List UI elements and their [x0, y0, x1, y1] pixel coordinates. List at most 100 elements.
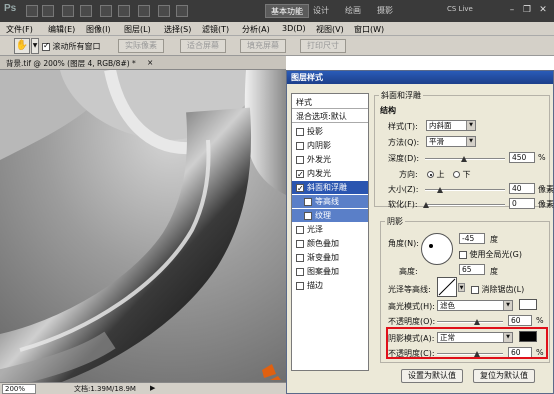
menu-view[interactable]: 视图(V): [316, 24, 344, 35]
workspace-photography[interactable]: 摄影: [372, 4, 398, 18]
minimize-icon[interactable]: –: [506, 4, 518, 16]
color-overlay-checkbox[interactable]: [296, 239, 304, 248]
menu-file[interactable]: 文件(F): [6, 24, 33, 35]
styles-header[interactable]: 样式: [292, 96, 368, 109]
extras-icon[interactable]: [62, 5, 74, 17]
inner-shadow-checkbox[interactable]: [296, 141, 304, 150]
style-item-pattern-overlay[interactable]: 图案叠加: [292, 265, 368, 278]
highlight-opacity-input[interactable]: 60: [508, 315, 532, 326]
contour-checkbox[interactable]: [304, 197, 312, 206]
menu-image[interactable]: 图像(I): [86, 24, 111, 35]
angle-dial[interactable]: [421, 233, 453, 265]
gloss-contour-dropdown[interactable]: ▼: [458, 283, 465, 292]
fill-screen-button[interactable]: 填充屏幕: [240, 39, 286, 53]
cs-live-menu[interactable]: CS Live: [447, 5, 473, 13]
print-size-button[interactable]: 打印尺寸: [300, 39, 346, 53]
style-item-texture[interactable]: 纹理: [292, 209, 368, 222]
menu-filter[interactable]: 滤镜(T): [202, 24, 229, 35]
global-light-checkbox[interactable]: [459, 250, 467, 259]
drop-shadow-checkbox[interactable]: [296, 127, 304, 136]
direction-down-option[interactable]: 下: [453, 169, 471, 180]
pattern-overlay-checkbox[interactable]: [296, 267, 304, 276]
soften-slider-handle[interactable]: [423, 202, 429, 208]
depth-slider-handle[interactable]: [461, 156, 467, 162]
highlight-opacity-slider[interactable]: [437, 321, 503, 323]
gloss-contour-preview[interactable]: [437, 277, 457, 297]
minibridge-icon[interactable]: [42, 5, 54, 17]
workspace-essentials[interactable]: 基本功能: [265, 4, 309, 18]
hand-tool-icon[interactable]: [100, 5, 112, 17]
menu-analysis[interactable]: 分析(A): [242, 24, 270, 35]
highlight-mode-select[interactable]: 滤色 ▼: [437, 300, 513, 311]
angle-input[interactable]: -45: [459, 233, 485, 244]
bevel-emboss-checkbox[interactable]: [296, 182, 304, 195]
highlight-color-swatch[interactable]: [519, 299, 537, 310]
menu-edit[interactable]: 编辑(E): [48, 24, 75, 35]
style-item-bevel-emboss[interactable]: 斜面和浮雕: [292, 181, 368, 195]
style-item-contour[interactable]: 等高线: [292, 195, 368, 208]
inner-glow-checkbox[interactable]: [296, 168, 304, 181]
reset-default-button[interactable]: 复位为默认值: [473, 369, 535, 383]
arrange-documents-icon[interactable]: [158, 5, 170, 17]
texture-checkbox[interactable]: [304, 211, 312, 220]
style-item-satin[interactable]: 光泽: [292, 223, 368, 236]
close-document-icon[interactable]: ×: [147, 58, 153, 67]
document-canvas[interactable]: [0, 70, 286, 382]
restore-icon[interactable]: ❐: [521, 4, 533, 16]
direction-up-radio[interactable]: [427, 171, 434, 178]
hand-tool-preset-icon[interactable]: ✋: [14, 38, 30, 54]
soften-input[interactable]: 0: [509, 198, 535, 209]
fit-screen-button[interactable]: 适合屏幕: [180, 39, 226, 53]
rotate-view-icon[interactable]: [138, 5, 150, 17]
style-item-label: 渐变叠加: [307, 253, 339, 262]
actual-pixels-button[interactable]: 实际像素: [118, 39, 164, 53]
style-item-gradient-overlay[interactable]: 渐变叠加: [292, 251, 368, 264]
highlight-opacity-handle[interactable]: [474, 319, 480, 325]
stroke-checkbox[interactable]: [296, 281, 304, 290]
zoom-tool-icon[interactable]: [118, 5, 130, 17]
style-item-color-overlay[interactable]: 颜色叠加: [292, 237, 368, 250]
gradient-overlay-checkbox[interactable]: [296, 253, 304, 262]
style-item-label: 外发光: [307, 155, 331, 164]
menu-layer[interactable]: 图层(L): [124, 24, 151, 35]
scroll-all-windows-option[interactable]: 滚动所有窗口: [42, 41, 101, 52]
bevel-style-value: 内斜面: [429, 121, 452, 130]
direction-up-option[interactable]: 上: [427, 169, 445, 180]
shading-group-title: 阴影: [385, 216, 405, 227]
altitude-input[interactable]: 65: [459, 264, 485, 275]
satin-checkbox[interactable]: [296, 225, 304, 234]
tool-preset-dropdown[interactable]: ▼: [31, 38, 39, 54]
style-item-inner-glow[interactable]: 内发光: [292, 167, 368, 181]
style-item-stroke[interactable]: 描边: [292, 279, 368, 292]
direction-down-radio[interactable]: [453, 171, 460, 178]
screen-mode-icon[interactable]: [176, 5, 188, 17]
outer-glow-checkbox[interactable]: [296, 155, 304, 164]
zoom-field[interactable]: 200%: [2, 384, 36, 394]
status-menu-arrow[interactable]: ▶: [150, 384, 155, 392]
style-item-inner-shadow[interactable]: 内阴影: [292, 139, 368, 152]
style-item-drop-shadow[interactable]: 投影: [292, 125, 368, 138]
size-slider-handle[interactable]: [437, 187, 443, 193]
menu-window[interactable]: 窗口(W): [354, 24, 384, 35]
style-item-outer-glow[interactable]: 外发光: [292, 153, 368, 166]
anti-alias-checkbox[interactable]: [471, 285, 479, 294]
global-light-option[interactable]: 使用全局光(G): [459, 249, 522, 260]
soften-slider[interactable]: [425, 204, 505, 206]
make-default-button[interactable]: 设置为默认值: [401, 369, 463, 383]
size-input[interactable]: 40: [509, 183, 535, 194]
menu-3d[interactable]: 3D(D): [282, 24, 306, 33]
anti-alias-option[interactable]: 消除锯齿(L): [471, 284, 524, 295]
bevel-style-select[interactable]: 内斜面 ▼: [426, 120, 476, 131]
menu-select[interactable]: 选择(S): [164, 24, 191, 35]
zoom-level-icon[interactable]: [80, 5, 92, 17]
close-icon[interactable]: ✕: [537, 4, 549, 16]
document-tab[interactable]: 背景.tif @ 200% (图层 4, RGB/8#) * ×: [0, 56, 286, 70]
technique-select[interactable]: 平滑 ▼: [426, 136, 476, 147]
blending-options-item[interactable]: 混合选项:默认: [292, 110, 368, 123]
depth-input[interactable]: 450: [509, 152, 535, 163]
scroll-all-checkbox[interactable]: [42, 41, 50, 51]
workspace-painting[interactable]: 绘画: [340, 4, 366, 18]
bridge-icon[interactable]: [26, 5, 38, 17]
workspace-design[interactable]: 设计: [308, 4, 334, 18]
altitude-label: 高度:: [399, 267, 418, 276]
